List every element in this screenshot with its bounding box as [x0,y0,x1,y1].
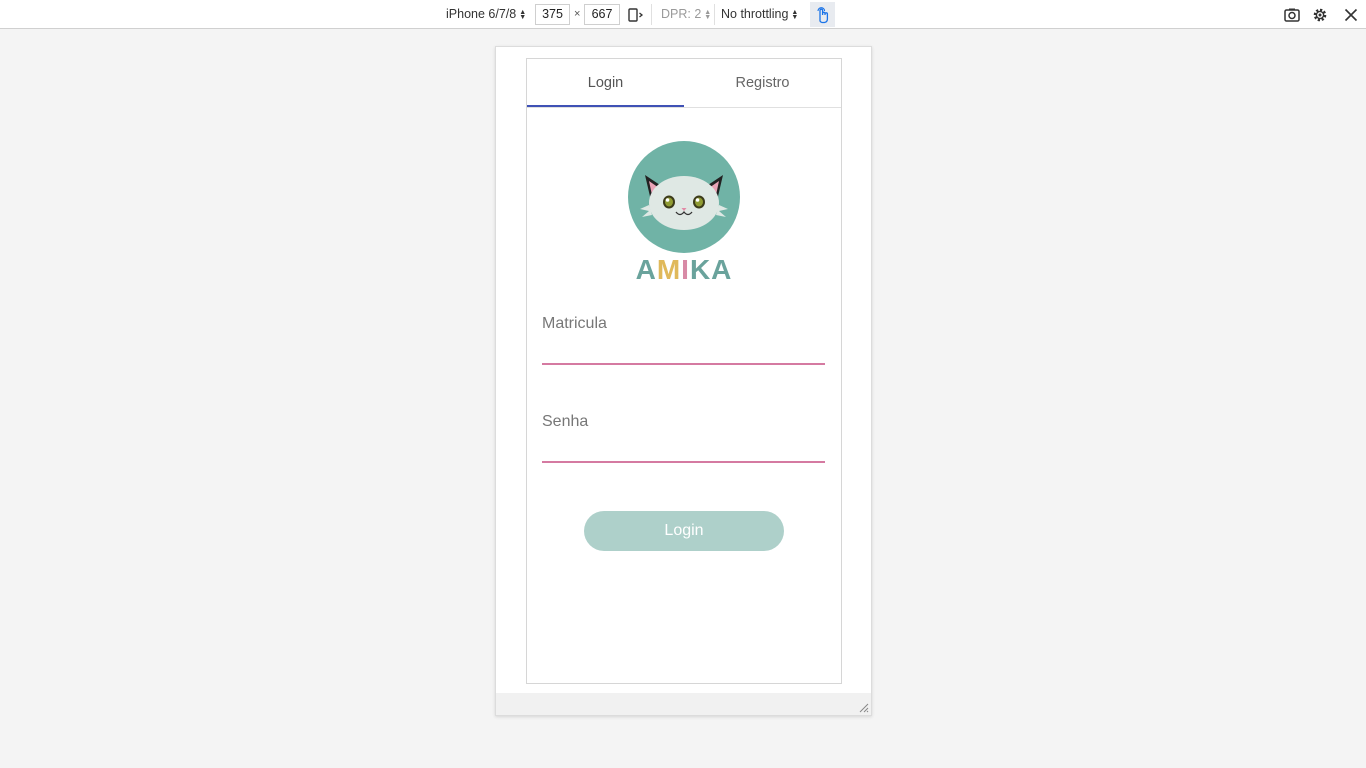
matricula-label: Matricula [542,315,607,332]
height-input[interactable]: 667 [584,4,620,25]
tab-login[interactable]: Login [527,59,684,107]
device-resize-bar [496,693,871,715]
amika-wordmark: AMIKA [635,254,733,285]
device-viewport: Login Registro AMIKA Matricula Senha Log… [495,46,872,716]
touch-toggle-button[interactable] [810,2,835,27]
active-tab-indicator [527,105,684,107]
settings-icon[interactable] [1311,6,1329,24]
matricula-underline [542,363,825,365]
amika-logo: AMIKA [627,141,741,286]
toolbar-divider [651,4,652,25]
updown-arrows-icon: ▲ ▼ [704,8,712,21]
touch-icon [817,7,829,24]
rotate-icon[interactable] [627,6,645,24]
close-icon[interactable] [1342,6,1360,24]
dpr-label: DPR: 2 [661,7,702,21]
senha-input[interactable] [542,437,825,459]
device-select[interactable]: iPhone 6/7/8 ▲ ▼ [446,7,526,21]
toolbar-divider [714,4,715,25]
updown-arrows-icon: ▲ ▼ [791,8,799,21]
resize-handle-icon[interactable] [857,701,869,713]
width-input[interactable]: 375 [535,4,570,25]
device-toolbar: iPhone 6/7/8 ▲ ▼ 375 × 667 DPR: 2 ▲ ▼ No thr… [0,0,1366,29]
throttling-select[interactable]: No throttling ▲ ▼ [721,7,798,21]
screenshot-icon[interactable] [1283,6,1301,24]
device-select-label: iPhone 6/7/8 [446,7,517,21]
login-button[interactable]: Login [584,511,784,551]
matricula-input[interactable] [542,339,825,361]
senha-underline [542,461,825,463]
tab-registro[interactable]: Registro [684,59,841,107]
throttling-label: No throttling [721,7,789,21]
updown-arrows-icon: ▲ ▼ [519,8,527,21]
dpr-select[interactable]: DPR: 2 ▲ ▼ [661,7,711,21]
dimension-separator: × [574,8,581,20]
senha-label: Senha [542,413,589,430]
auth-card: Login Registro AMIKA Matricula Senha Log… [526,58,842,684]
auth-tabs: Login Registro [527,59,841,108]
cat-logo-icon [628,141,740,253]
